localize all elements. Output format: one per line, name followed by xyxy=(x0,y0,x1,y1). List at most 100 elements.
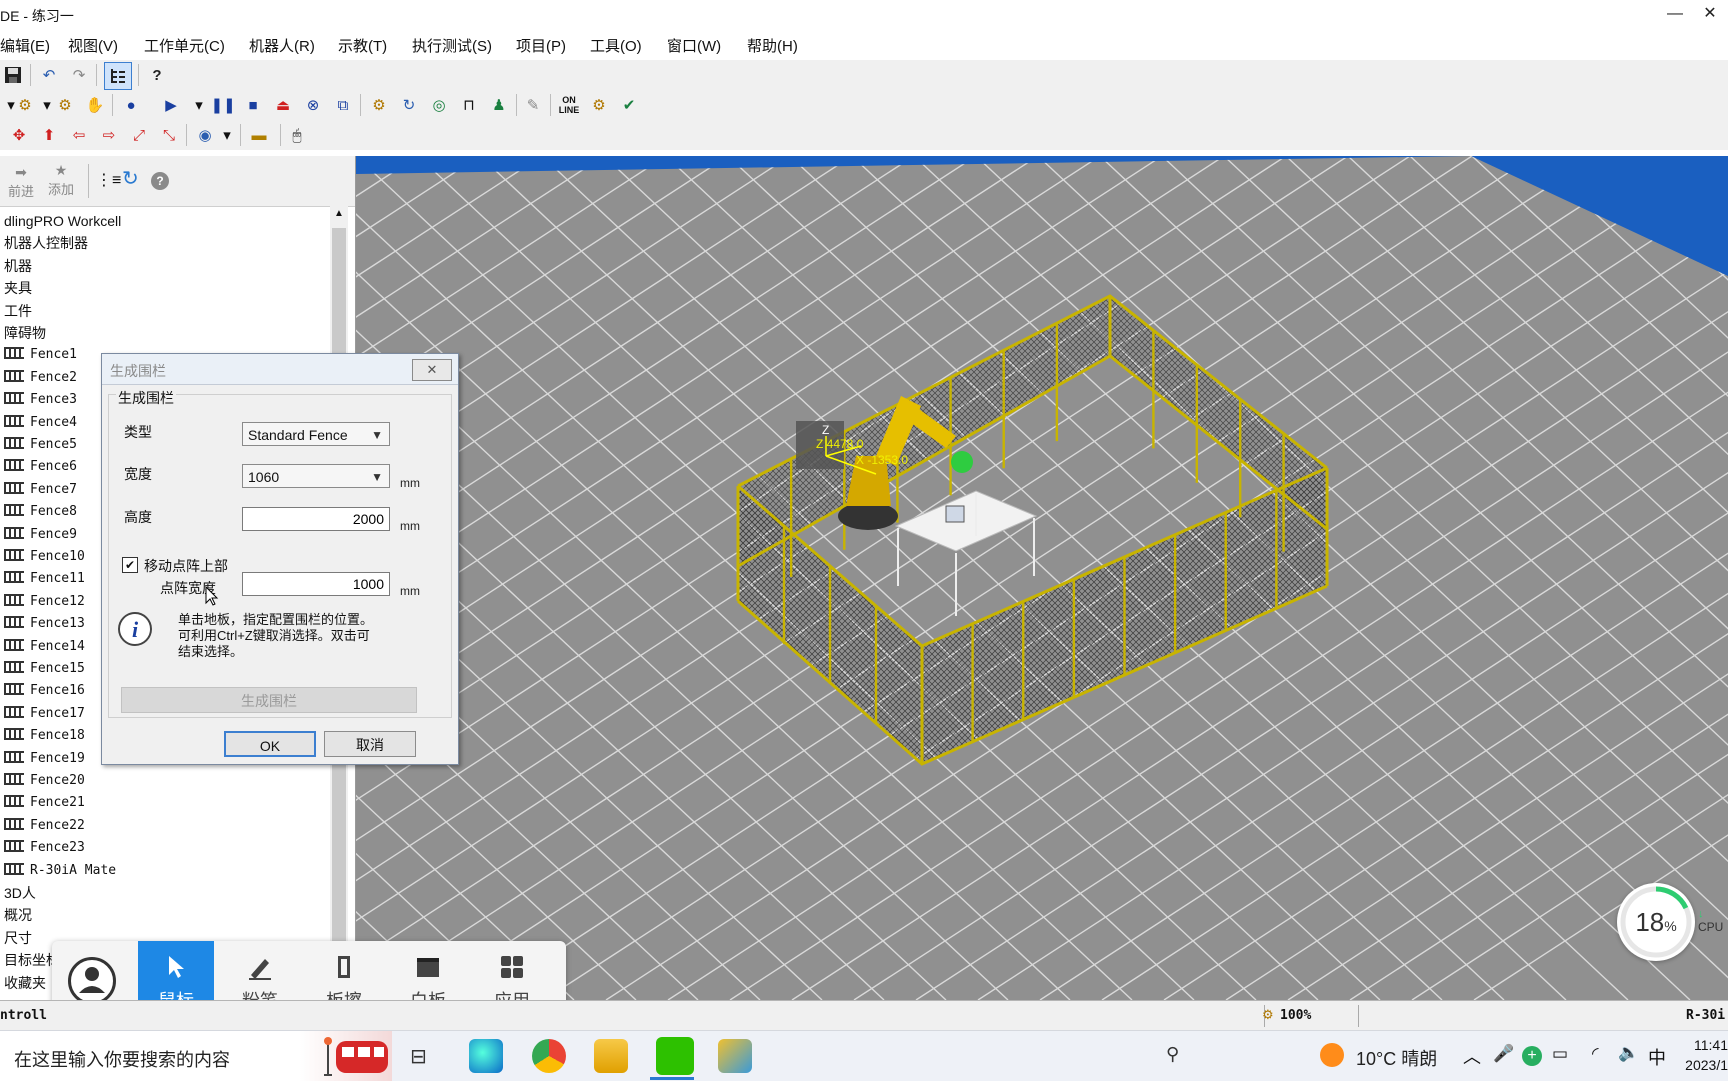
record-icon[interactable]: ● xyxy=(120,94,142,116)
robot-select-icon[interactable]: ⚙ xyxy=(54,94,76,116)
save-icon[interactable] xyxy=(2,64,24,86)
height-input[interactable] xyxy=(242,507,390,531)
menu-test-run[interactable]: 执行测试(S) xyxy=(412,35,492,56)
menu-tools[interactable]: 工具(O) xyxy=(590,35,642,56)
tree-item-fence[interactable]: Fence20 xyxy=(4,770,85,792)
tree-item-fence[interactable]: Fence1 xyxy=(4,344,77,366)
minimize-button[interactable]: — xyxy=(1655,2,1695,26)
close-button[interactable]: ✕ xyxy=(1690,2,1728,26)
tree-item[interactable]: 障碍物 xyxy=(4,322,46,344)
step-icon[interactable]: ⧉ xyxy=(332,94,354,116)
tree-item[interactable]: 机器 xyxy=(4,255,32,277)
undo-icon[interactable]: ↶ xyxy=(38,64,60,86)
wechat-icon[interactable] xyxy=(656,1037,694,1075)
dropdown-icon[interactable]: ▾ xyxy=(216,124,238,146)
robot-teach-icon[interactable]: ⚙ xyxy=(588,94,610,116)
user-icon[interactable]: ♟ xyxy=(488,94,510,116)
edge-icon[interactable] xyxy=(469,1039,503,1073)
task-view-icon[interactable]: ⊟ xyxy=(410,1044,427,1069)
taskbar-search[interactable]: 在这里输入你要搜索的内容 xyxy=(0,1031,300,1081)
ruler-icon[interactable]: ▬ xyxy=(246,124,272,146)
generate-fence-button[interactable]: 生成围栏 xyxy=(121,687,417,713)
tree-item-fence[interactable]: Fence15 xyxy=(4,658,85,680)
tree-icon[interactable]: ⋮≡ xyxy=(96,170,121,190)
tree-item-fence[interactable]: Fence17 xyxy=(4,703,85,725)
hand-icon[interactable]: ✋ xyxy=(84,94,106,116)
check-icon[interactable]: ✔ xyxy=(618,94,640,116)
volume-icon[interactable]: 🔈 xyxy=(1618,1043,1639,1063)
eject-icon[interactable]: ⏏ xyxy=(272,94,294,116)
play-icon[interactable]: ▶ xyxy=(160,94,182,116)
tree-item-fence[interactable]: Fence5 xyxy=(4,434,77,456)
tree-item[interactable]: 收藏夹 xyxy=(4,972,46,994)
battery-icon[interactable]: ▭ xyxy=(1552,1044,1568,1064)
3d-viewport[interactable]: X -1353.0 Z 4478.0 Z xyxy=(356,156,1728,1000)
menu-teach[interactable]: 示教(T) xyxy=(338,35,387,56)
menu-help[interactable]: 帮助(H) xyxy=(747,35,798,56)
tree-item[interactable]: dlingPRO Workcell xyxy=(4,210,121,232)
menu-workcell[interactable]: 工作单元(C) xyxy=(144,35,225,56)
tree-item-fence[interactable]: Fence6 xyxy=(4,456,77,478)
tree-item-fence[interactable]: Fence19 xyxy=(4,748,85,770)
menu-robot[interactable]: 机器人(R) xyxy=(249,35,315,56)
tree-item-fence[interactable]: Fence8 xyxy=(4,501,77,523)
width-select[interactable]: 1060 ▼ xyxy=(242,464,390,488)
move-right-icon[interactable]: ⇨ xyxy=(98,124,120,146)
add-favorite-button[interactable]: ★ 添加 xyxy=(46,162,76,198)
tree-view-icon[interactable] xyxy=(104,62,132,90)
microphone-icon[interactable]: 🎤 xyxy=(1493,1044,1514,1064)
roboguide-icon[interactable] xyxy=(718,1039,752,1073)
redo-icon[interactable]: ↷ xyxy=(68,64,90,86)
ok-button[interactable]: OK xyxy=(224,731,316,757)
tree-item-fence[interactable]: Fence3 xyxy=(4,389,77,411)
menu-edit[interactable]: 编辑(E) xyxy=(0,35,50,56)
plus-badge-icon[interactable]: + xyxy=(1522,1046,1542,1066)
tree-item[interactable]: 工件 xyxy=(4,300,32,322)
forward-button[interactable]: ➡ 前进 xyxy=(6,164,36,200)
cpu-widget[interactable]: 18% xyxy=(1617,883,1695,961)
type-select[interactable]: Standard Fence ▼ xyxy=(242,422,390,446)
tree-item-fence[interactable]: Fence10 xyxy=(4,546,85,568)
menu-project[interactable]: 项目(P) xyxy=(516,35,566,56)
tree-item[interactable]: 夹具 xyxy=(4,277,32,299)
pause-icon[interactable]: ❚❚ xyxy=(210,94,235,116)
wifi-icon[interactable]: ◜ xyxy=(1592,1044,1599,1064)
tree-item-fence[interactable]: Fence22 xyxy=(4,815,85,837)
tree-item-fence[interactable]: Fence2 xyxy=(4,367,77,389)
people-icon[interactable]: ⚲ xyxy=(1166,1044,1179,1065)
robot-jog-icon[interactable]: ⚙ xyxy=(14,94,36,116)
weather-text[interactable]: 10°C 晴朗 xyxy=(1356,1045,1437,1071)
stop-icon[interactable]: ■ xyxy=(242,94,264,116)
mouse-icon[interactable]: 🖱 xyxy=(286,124,308,146)
tree-item-fence[interactable]: Fence7 xyxy=(4,479,77,501)
move-icon[interactable]: ✥ xyxy=(8,124,30,146)
dropdown-icon[interactable]: ▾ xyxy=(188,94,210,116)
tree-item-fence[interactable]: Fence12 xyxy=(4,591,85,613)
tree-item-fence[interactable]: Fence23 xyxy=(4,837,85,859)
tree-item-fence[interactable]: Fence4 xyxy=(4,412,77,434)
tree-item-fence[interactable]: Fence9 xyxy=(4,524,77,546)
chrome-icon[interactable] xyxy=(532,1039,566,1073)
menu-window[interactable]: 窗口(W) xyxy=(667,35,721,56)
help-icon[interactable]: ? xyxy=(146,64,168,86)
dialog-close-button[interactable]: ✕ xyxy=(412,359,452,381)
tree-item[interactable]: 机器人控制器 xyxy=(4,232,88,254)
tree-item-fence[interactable]: Fence11 xyxy=(4,568,85,590)
abort-icon[interactable]: ⊗ xyxy=(302,94,324,116)
tree-item-fence[interactable]: R-30iA Mate xyxy=(4,860,116,882)
refresh-icon[interactable]: ↻ xyxy=(122,166,139,191)
chevron-up-icon[interactable]: ︿ xyxy=(1463,1043,1481,1069)
menu-view[interactable]: 视图(V) xyxy=(68,35,118,56)
scale-icon[interactable]: ⤢ xyxy=(128,124,150,146)
camera-icon[interactable]: ◉ xyxy=(194,124,216,146)
ime-indicator[interactable]: 中 xyxy=(1648,1044,1666,1070)
tree-item-fence[interactable]: Fence16 xyxy=(4,680,85,702)
brush-icon[interactable]: ✎ xyxy=(522,94,544,116)
tree-item[interactable]: 概况 xyxy=(4,904,32,926)
move-up-icon[interactable]: ⬆ xyxy=(38,124,60,146)
move-left-icon[interactable]: ⇦ xyxy=(68,124,90,146)
tree-item-fence[interactable]: Fence13 xyxy=(4,613,85,635)
scroll-up-icon[interactable]: ▲ xyxy=(334,208,344,219)
tree-item[interactable]: 3D人 xyxy=(4,882,36,904)
sign-icon[interactable]: ⊓ xyxy=(458,94,480,116)
